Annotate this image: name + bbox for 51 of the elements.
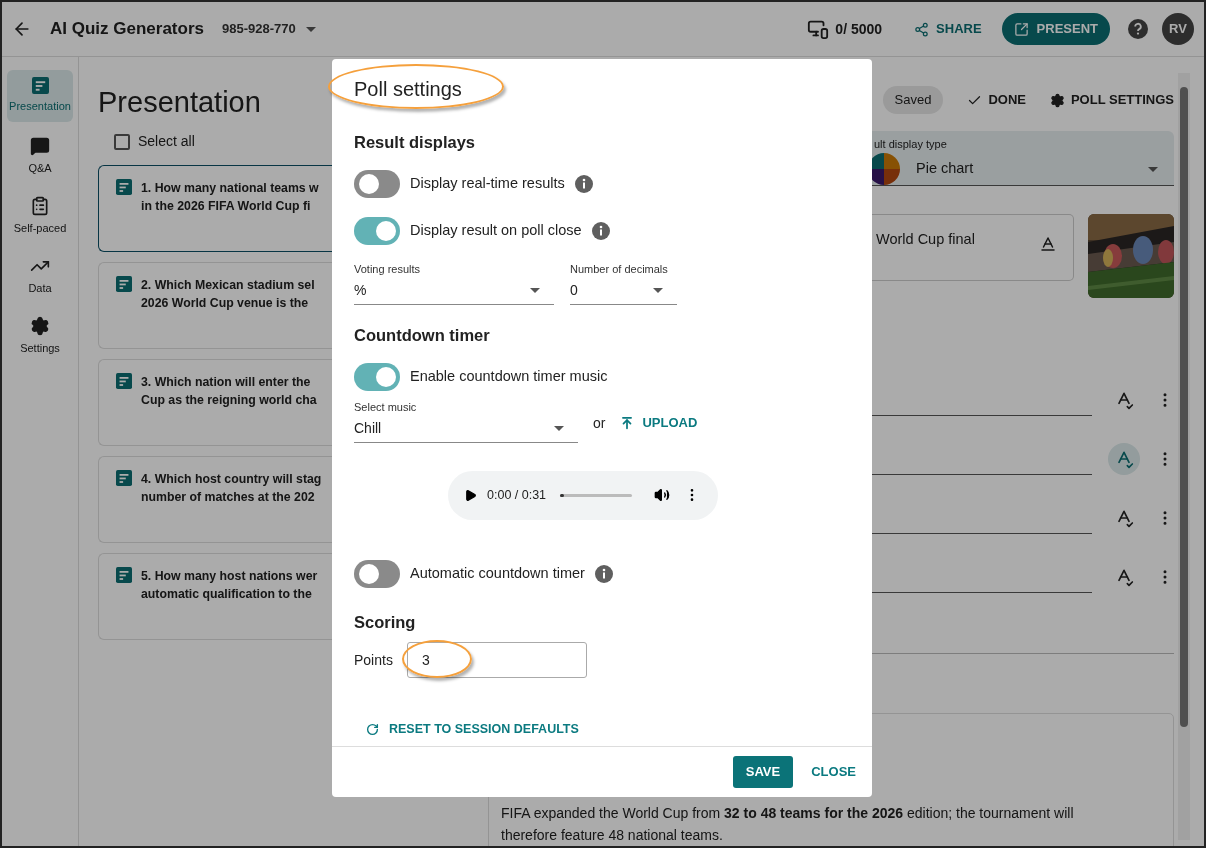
explanation-text: FIFA expanded the World Cup from 32 to 48 teams for the 2026 edition; the tournament will therefore feature 48 national teams. xyxy=(501,804,1075,845)
field-label: Voting results xyxy=(354,261,422,276)
section-heading: Result displays xyxy=(354,132,477,153)
share-button[interactable]: SHARE xyxy=(914,19,982,39)
session-code-dropdown[interactable]: 985-928-770 xyxy=(222,19,316,39)
section-heading: Scoring xyxy=(354,611,417,633)
select-field[interactable]: Select music Chill xyxy=(354,399,578,443)
audio-player[interactable]: 0:00 / 0:31 xyxy=(448,470,718,520)
reset-defaults-button[interactable]: RESET TO SESSION DEFAULTS xyxy=(366,720,579,739)
select-field[interactable]: Number of decimals 0 xyxy=(570,261,677,305)
field-label: Select music xyxy=(354,399,418,414)
select-field[interactable]: Voting results % xyxy=(354,261,554,305)
upload-button[interactable]: UPLOAD xyxy=(620,413,698,433)
field-value: Chill xyxy=(354,418,382,438)
question-text: 1. How many national teams w xyxy=(141,180,319,197)
field-label: ult display type xyxy=(874,138,947,151)
page-heading: Presentation xyxy=(98,85,261,120)
question-text: number of matches at the 202 xyxy=(141,489,315,506)
question-text: 3. Which nation will enter the xyxy=(141,374,311,391)
or-text: or xyxy=(593,413,606,433)
sidebar-item[interactable]: Q&A xyxy=(7,130,73,182)
question-text: 4. Which host country will stag xyxy=(141,471,322,488)
user-avatar[interactable]: RV xyxy=(1162,13,1194,45)
points-label: Points xyxy=(354,650,393,670)
sidebar-item[interactable]: Settings xyxy=(7,310,73,362)
field-value: Pie chart xyxy=(916,159,975,179)
sidebar-item[interactable]: Presentation xyxy=(7,70,73,122)
poll-settings-button[interactable]: POLL SETTINGS xyxy=(1049,90,1174,110)
question-text: Cup as the reigning world cha xyxy=(141,392,317,409)
sidebar-item[interactable]: Self-paced xyxy=(7,190,73,242)
question-text: 2. Which Mexican stadium sel xyxy=(141,277,315,294)
done-button[interactable]: DONE xyxy=(967,90,1026,110)
saved-chip: Saved xyxy=(882,86,944,114)
points-input[interactable]: 3 xyxy=(406,642,587,679)
close-button[interactable]: CLOSE xyxy=(811,762,856,782)
field-value: % xyxy=(354,280,367,300)
participant-count: 0/ 5000 xyxy=(835,19,883,39)
question-text: automatic qualification to the xyxy=(141,586,312,603)
question-text: in the 2026 FIFA World Cup fi xyxy=(141,198,311,215)
checkbox-label: Select all xyxy=(138,132,195,151)
question-text: 5. How many host nations wer xyxy=(141,568,318,585)
save-button[interactable]: SAVE xyxy=(732,756,794,788)
audio-time: 0:00 / 0:31 xyxy=(487,486,547,504)
app-title: AI Quiz Generators xyxy=(50,18,204,41)
field-value: World Cup final xyxy=(876,230,976,249)
present-button[interactable]: PRESENT xyxy=(1001,13,1110,45)
field-value: 0 xyxy=(570,280,578,300)
field-label: Number of decimals xyxy=(570,261,669,276)
question-text: 2026 World Cup venue is the xyxy=(141,295,309,312)
dialog-title: Poll settings xyxy=(354,78,462,100)
sidebar-item[interactable]: Data xyxy=(7,250,73,302)
